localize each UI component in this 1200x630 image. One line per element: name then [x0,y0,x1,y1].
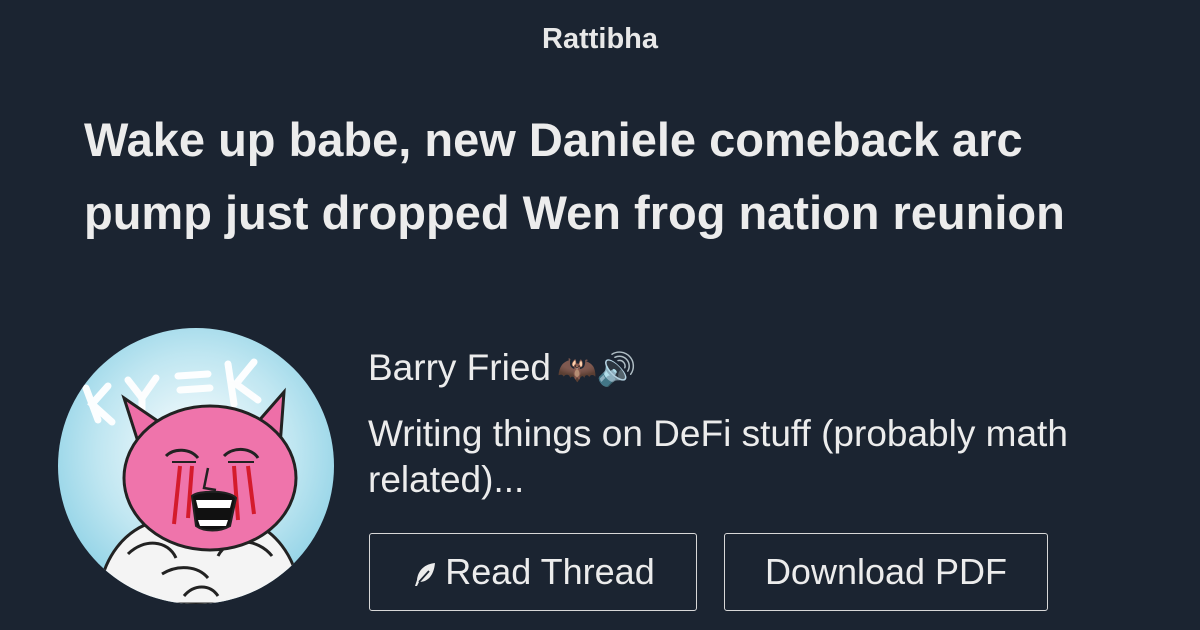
thread-title: Wake up babe, new Daniele comeback arc p… [84,113,1065,239]
avatar-image [58,328,334,604]
read-thread-label: Read Thread [445,551,655,592]
download-pdf-label: Download PDF [764,551,1008,592]
download-pdf-button[interactable]: Download PDF [724,533,1048,611]
bat-speaker-emoji: 🦇🔊 [556,351,637,387]
author-avatar [58,328,334,604]
author-name: Barry Fried 🦇🔊 [368,344,637,393]
author-bio: Writing things on DeFi stuff (probably m… [368,413,1068,500]
site-brand: Rattibha [542,23,658,55]
author-name-text: Barry Fried [368,347,551,388]
feather-icon [415,563,436,586]
read-thread-button[interactable]: Read Thread [369,533,697,611]
